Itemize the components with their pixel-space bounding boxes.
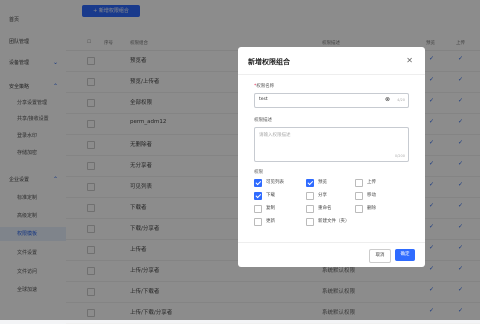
permission-label: 重命名	[318, 206, 332, 211]
checkbox-icon	[254, 218, 262, 226]
permission-label: 新建文件（夹）	[318, 219, 350, 224]
permission-label: 下载	[266, 193, 275, 198]
checkbox-icon	[254, 179, 262, 187]
checkbox-icon	[254, 192, 262, 200]
permission-label: 上传	[367, 180, 376, 185]
permission-label: 分享	[318, 193, 327, 198]
checkbox-icon	[355, 179, 363, 187]
close-icon[interactable]: ✕	[406, 56, 413, 65]
permission-label: 删除	[367, 206, 376, 211]
permission-label: 可见列表	[266, 180, 284, 185]
desc-placeholder: 请输入权限描述	[259, 133, 291, 138]
divider	[238, 74, 425, 75]
checkbox-icon	[306, 205, 314, 213]
permission-label: 预览	[318, 180, 327, 185]
permission-label: 复制	[266, 206, 275, 211]
permission-label: 移动	[367, 193, 376, 198]
footer-divider	[238, 242, 425, 243]
confirm-button[interactable]: 确定	[395, 249, 415, 261]
perm-label: 权限	[254, 170, 263, 175]
checkbox-icon	[306, 192, 314, 200]
name-label: *权限名称	[254, 84, 275, 89]
checkbox-icon	[355, 205, 363, 213]
clear-icon[interactable]: ⊗	[385, 96, 390, 103]
permission-label: 更新	[266, 219, 275, 224]
add-permission-modal: 新增权限组合 ✕ *权限名称 test ⊗ 4/20 权限描述 请输入权限描述 …	[238, 47, 425, 267]
permission-name-input[interactable]: test ⊗ 4/20	[254, 93, 409, 108]
modal-title: 新增权限组合	[248, 58, 290, 66]
name-counter: 4/20	[397, 98, 405, 102]
cancel-button[interactable]: 取消	[369, 249, 391, 263]
desc-label: 权限描述	[254, 118, 272, 123]
checkbox-icon	[355, 192, 363, 200]
checkbox-icon	[306, 179, 314, 187]
checkbox-icon	[254, 205, 262, 213]
permission-desc-textarea[interactable]: 请输入权限描述 0/200	[254, 127, 409, 162]
name-value: test	[259, 97, 268, 102]
desc-counter: 0/200	[394, 154, 405, 158]
checkbox-icon	[306, 218, 314, 226]
